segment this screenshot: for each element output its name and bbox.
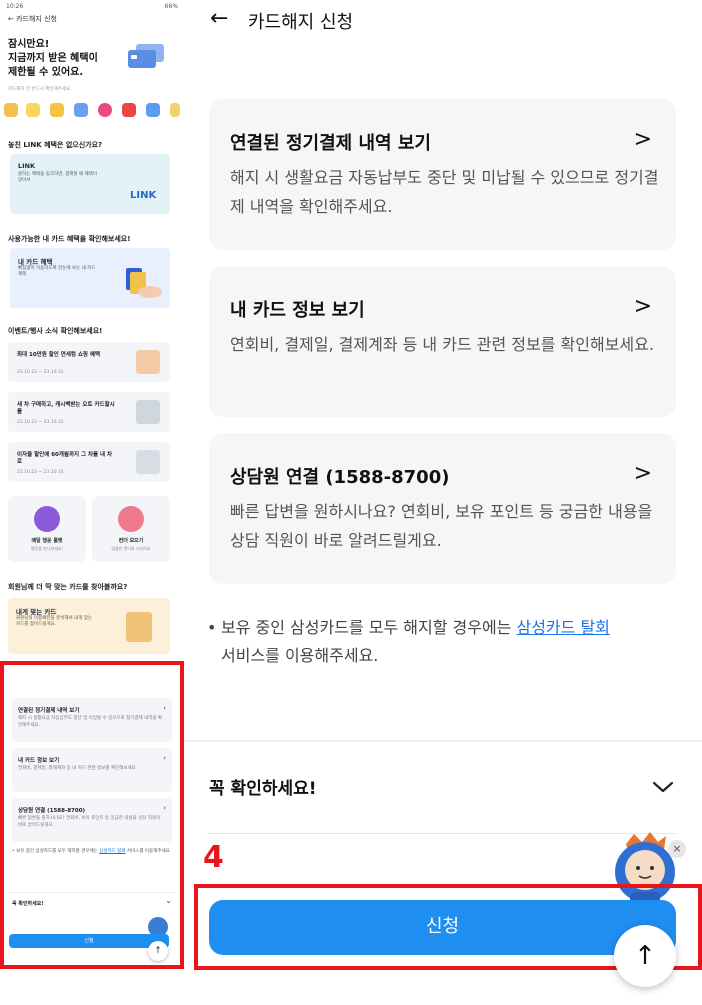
candy-icon xyxy=(118,506,144,532)
chevron-right-icon: > xyxy=(633,461,652,486)
banner-desc: 회원님의 이용패턴을 분석해서 내게 맞는 카드를 찾아드릴게요. xyxy=(16,616,93,627)
bullet: • xyxy=(207,618,217,637)
diamond-icon xyxy=(146,103,160,117)
thumb-title-text: 카드해지 신청 xyxy=(16,15,57,23)
section-title: 놓친 LINK 혜택은 없으신가요? xyxy=(8,141,103,149)
card-title: 내 카드 정보 보기 xyxy=(230,300,365,321)
benefit-banner[interactable]: 내 카드 혜택 빠짐없이 이용하도록 한눈에 보는 내 카드 혜택 xyxy=(10,248,170,308)
divider xyxy=(207,833,677,834)
status-bar: 10:26 66% xyxy=(6,3,178,13)
confirm-label[interactable]: 꼭 확인하세요! xyxy=(209,774,317,799)
tile-title: 매일 행운 룰렛 xyxy=(31,538,63,544)
card-desc: 연회비, 결제일, 결제계좌 등 내 카드 관련 정보를 확인해보세요. xyxy=(230,335,654,354)
event-date: 23.10.23 ~ 23.10.31 xyxy=(17,420,64,425)
card-desc: 빠른 답변을 원하시나요? 연회비, 보유 포인트 등 궁금한 내용을 상담 직… xyxy=(230,502,653,550)
shopping-icon xyxy=(136,350,160,374)
close-icon[interactable]: × xyxy=(668,840,686,858)
event-item[interactable]: 이자율 할인에 60개월까지 그 차를 내 차로 23.10.23 ~ 23.1… xyxy=(8,442,170,482)
banner-desc: 빠짐없이 이용하도록 한눈에 보는 내 카드 혜택 xyxy=(18,266,96,277)
scroll-top-icon[interactable]: ↑ xyxy=(614,925,676,987)
chevron-right-icon: > xyxy=(633,294,652,319)
left-highlight-box xyxy=(0,661,184,969)
page-title: 카드해지 신청 xyxy=(248,12,354,33)
section-title: 사용가능한 내 카드 혜택을 확인해보세요! xyxy=(8,235,131,243)
withdrawal-note: • 보유 중인 삼성카드를 모두 해지할 경우에는 삼성카드 탈회 서비스를 이용… xyxy=(207,614,677,670)
thumb-hero-sub: 카드해지 전 반드시 확인해주세요. xyxy=(8,87,72,92)
thumb-hero-heading: 잠시만요! 지금까지 받은 혜택이 제한될 수 있어요. xyxy=(8,38,98,80)
event-item[interactable]: 새 차 구매하고, 캐시백받는 오토 카드할시롤 23.10.23 ~ 23.1… xyxy=(8,392,170,432)
card-title: 상담원 연결 (1588-8700) xyxy=(230,467,450,488)
event-item[interactable]: 최대 10만원 할인 연세컴 쇼핑 혜택 23.10.23 ~ 23.10.31 xyxy=(8,342,170,382)
tile-desc: 행운을 만나보세요! xyxy=(30,546,64,551)
thumb-page-title: ← 카드해지 신청 xyxy=(8,15,57,23)
note-text: 보유 중인 삼성카드를 모두 해지할 경우에는 xyxy=(221,618,512,637)
card-info-card[interactable]: 내 카드 정보 보기 > 연회비, 결제일, 결제계좌 등 내 카드 관련 정보… xyxy=(209,266,676,417)
star-icon xyxy=(50,103,64,117)
hero-line: 제한될 수 있어요. xyxy=(8,67,84,78)
credit-cards-icon xyxy=(128,44,164,68)
card-desc: 해지 시 생활요금 자동납부도 중단 및 미납될 수 있으므로 정기결제 내역을… xyxy=(230,168,659,216)
crown-icon xyxy=(26,103,40,117)
card-title: 연결된 정기결제 내역 보기 xyxy=(230,133,431,154)
plus-icon xyxy=(122,103,136,117)
status-time: 10:26 xyxy=(6,3,24,10)
event-date: 23.10.23 ~ 23.10.31 xyxy=(17,470,64,475)
step-number: 4 xyxy=(203,840,224,875)
event-title: 새 차 구매하고, 캐시백받는 오토 카드할시롤 xyxy=(17,402,115,415)
note-text: 서비스를 이용해주세요. xyxy=(221,646,379,665)
section-title: 회원님께 더 딱 맞는 카드를 찾아볼까요? xyxy=(8,583,128,591)
tile-desc: 달콤한 캔디와 기다려요 xyxy=(111,546,151,551)
car-icon xyxy=(136,400,160,424)
card-recommend-banner[interactable]: 내게 맞는 카드 회원님의 이용패턴을 분석해서 내게 맞는 카드를 찾아드릴게… xyxy=(8,598,170,654)
tile-title: 컨더 모으기 xyxy=(118,538,144,544)
banner-title: 내 카드 혜택 xyxy=(18,258,53,266)
heart-icon xyxy=(98,103,112,117)
document-icon xyxy=(126,612,152,642)
withdrawal-link[interactable]: 삼성카드 탈회 xyxy=(516,618,609,637)
benefit-icon-row xyxy=(4,101,184,119)
section-divider xyxy=(184,740,702,742)
hero-line: 지금까지 받은 혜택이 xyxy=(8,53,98,64)
recurring-payments-card[interactable]: 연결된 정기결제 내역 보기 > 해지 시 생활요금 자동납부도 중단 및 미납… xyxy=(209,99,676,250)
event-date: 23.10.23 ~ 23.10.31 xyxy=(17,370,64,375)
car-icon xyxy=(136,450,160,474)
banner-title: 내게 맞는 카드 xyxy=(16,608,57,616)
badge-icon xyxy=(4,103,18,117)
candy-tile[interactable]: 컨더 모으기 달콤한 캔디와 기다려요 xyxy=(92,496,170,562)
link-banner[interactable]: LINK 원하는 혜택을 링크하면, 결제할 때 혜택이 알아서 LINK xyxy=(10,154,170,214)
agent-connect-card[interactable]: 상담원 연결 (1588-8700) > 빠른 답변을 원하시나요? 연회비, … xyxy=(209,433,676,584)
event-title: 최대 10만원 할인 연세컴 쇼핑 혜택 xyxy=(17,352,101,358)
shoe-icon xyxy=(74,103,88,117)
roulette-tile[interactable]: 매일 행운 룰렛 행운을 만나보세요! xyxy=(8,496,86,562)
banner-title: LINK xyxy=(18,162,36,170)
banner-desc: 원하는 혜택을 링크하면, 결제할 때 혜택이 알아서 xyxy=(18,172,97,183)
event-title: 이자율 할인에 60개월까지 그 차를 내 차로 xyxy=(17,452,113,465)
back-arrow-icon[interactable]: ← xyxy=(210,8,236,30)
section-title: 이벤트/행사 소식 확인해보세요! xyxy=(8,327,103,335)
battery-level: 66% xyxy=(164,3,178,10)
hero-line: 잠시만요! xyxy=(8,39,50,50)
hand-card-icon xyxy=(126,268,162,298)
chevron-right-icon: > xyxy=(633,127,652,152)
roulette-icon xyxy=(34,506,60,532)
link-logo: LINK xyxy=(130,190,157,201)
more-icon xyxy=(170,103,180,117)
chevron-down-icon[interactable] xyxy=(652,780,674,794)
